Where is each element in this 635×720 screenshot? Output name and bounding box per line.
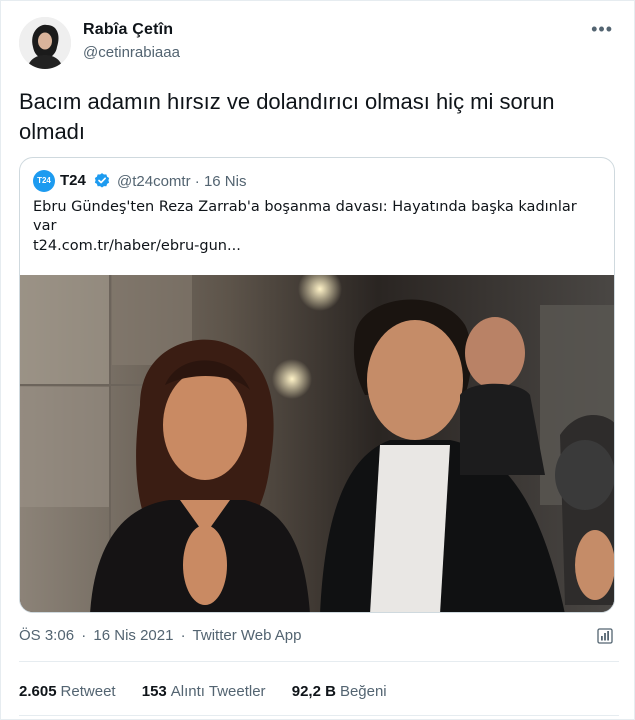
quoted-handle: @t24comtr xyxy=(117,173,191,190)
t24-logo-icon: T24 xyxy=(33,170,55,192)
quote-value: 153 xyxy=(141,683,167,700)
tweet-text: Bacım adamın hırsız ve dolandırıcı olmas… xyxy=(19,89,555,144)
like-label: Beğeni xyxy=(339,683,387,700)
engagement-stats: 2.605 Retweet 153 Alıntı Tweetler 92,2 B Be… xyxy=(19,683,409,700)
quoted-photo[interactable] xyxy=(20,275,614,612)
display-name[interactable]: Rabîa Çetîn xyxy=(83,21,173,39)
tweet-card: Rabîa Çetîn @cetinrabiaaa ••• Bacım adam… xyxy=(0,0,635,720)
quoted-tweet-header: T24 T24 @t24comtr · 16 Nis xyxy=(33,170,593,192)
retweet-count[interactable]: 2.605 Retweet xyxy=(19,683,116,700)
user-handle[interactable]: @cetinrabiaaa xyxy=(83,44,180,61)
news-photo-image xyxy=(20,275,614,612)
meta-separator: · xyxy=(194,173,200,190)
retweet-label: Retweet xyxy=(60,683,116,700)
meta-separator: · xyxy=(180,627,186,644)
analytics-icon[interactable] xyxy=(596,627,614,645)
tweet-header: Rabîa Çetîn @cetinrabiaaa ••• xyxy=(19,17,619,69)
quoted-tweet[interactable]: T24 T24 @t24comtr · 16 Nis Ebru Gündeş't… xyxy=(19,157,615,613)
quote-tweet-count[interactable]: 153 Alıntı Tweetler xyxy=(142,683,266,700)
tweet-time[interactable]: ÖS 3:06 xyxy=(19,627,74,644)
quoted-text: Ebru Gündeş'ten Reza Zarrab'a boşanma da… xyxy=(33,199,577,234)
quoted-meta: @t24comtr · 16 Nis xyxy=(117,173,246,190)
person-avatar-icon xyxy=(19,17,71,69)
verified-badge-icon xyxy=(94,173,110,188)
tweet-source[interactable]: Twitter Web App xyxy=(193,627,302,644)
quoted-display-name: T24 xyxy=(60,172,86,189)
retweet-value: 2.605 xyxy=(19,683,57,700)
quote-label: Alıntı Tweetler xyxy=(170,683,266,700)
quoted-date: 16 Nis xyxy=(203,173,247,190)
like-value: 92,2 B xyxy=(291,683,336,700)
divider xyxy=(19,715,619,716)
tweet-meta: ÖS 3:06 · 16 Nis 2021 · Twitter Web App xyxy=(19,627,304,644)
quoted-link[interactable]: t24.com.tr/haber/ebru-gun... xyxy=(33,238,241,254)
tweet-date[interactable]: 16 Nis 2021 xyxy=(93,627,173,644)
divider xyxy=(19,661,619,662)
avatar[interactable] xyxy=(19,17,71,69)
more-options-icon[interactable]: ••• xyxy=(591,19,613,40)
meta-separator: · xyxy=(81,627,87,644)
like-count[interactable]: 92,2 B Beğeni xyxy=(292,683,387,700)
